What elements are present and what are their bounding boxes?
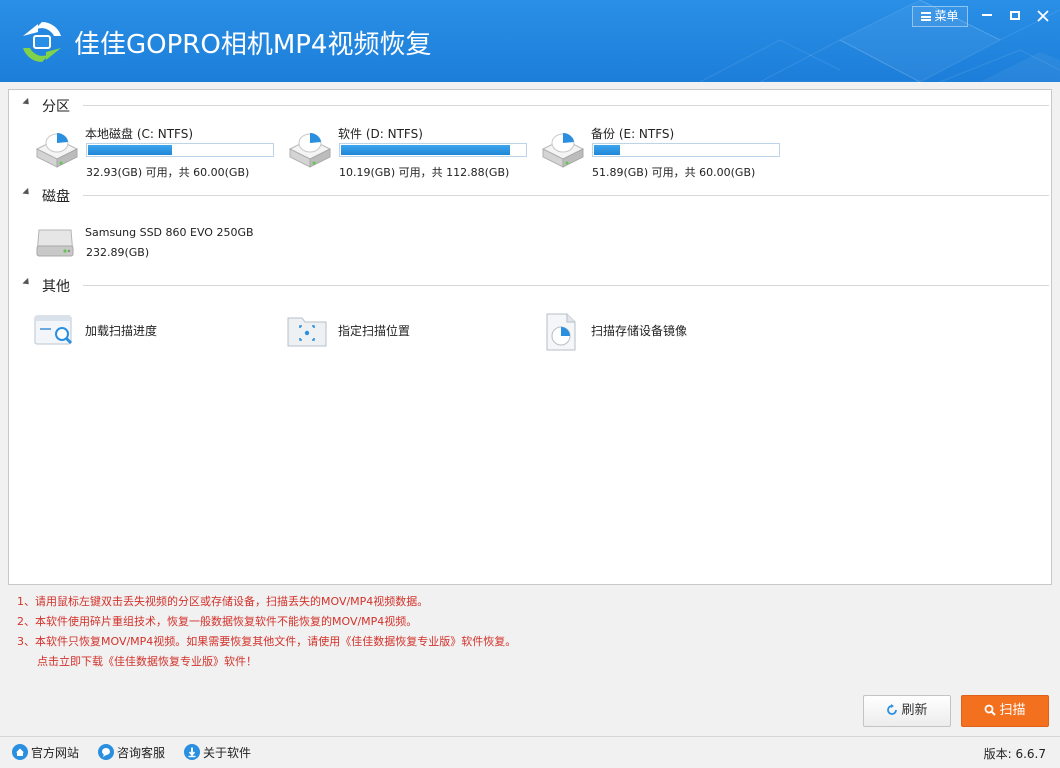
usage-fill: [88, 145, 172, 155]
device-panel: 分区 本地磁盘 (C: NTFS) 32.93(GB) 可用，共 60.00(G…: [8, 89, 1052, 585]
drive-icon: [33, 125, 81, 173]
collapse-icon[interactable]: [22, 278, 31, 287]
partition-item-d[interactable]: 软件 (D: NTFS) 10.19(GB) 可用，共 112.88(GB): [286, 125, 536, 177]
specify-scan-location-icon: [286, 312, 330, 350]
partition-name: 软件 (D: NTFS): [338, 125, 423, 142]
drive-icon: [286, 125, 334, 173]
partition-usage-bar: [86, 143, 274, 157]
collapse-icon[interactable]: [22, 188, 31, 197]
scan-disk-image-item[interactable]: 扫描存储设备镜像: [539, 312, 759, 352]
disk-name: Samsung SSD 860 EVO 250GB: [85, 226, 254, 239]
info-icon: [184, 744, 200, 760]
note-line: 2、本软件使用碎片重组技术，恢复一般数据恢复软件不能恢复的MOV/MP4视频。: [17, 612, 516, 632]
status-bar: 官方网站 咨询客服 关于软件 版本: 6.6.7: [0, 736, 1060, 768]
refresh-label: 刷新: [901, 703, 927, 718]
disk-capacity: 232.89(GB): [86, 246, 149, 259]
partition-usage-bar: [592, 143, 780, 157]
partition-item-e[interactable]: 备份 (E: NTFS) 51.89(GB) 可用，共 60.00(GB): [539, 125, 789, 177]
app-logo-icon: [18, 18, 66, 66]
partition-capacity: 10.19(GB) 可用，共 112.88(GB): [339, 164, 509, 180]
section-others[interactable]: 其他: [9, 274, 1051, 294]
menu-label: 菜单: [934, 9, 958, 23]
note-line: 3、本软件只恢复MOV/MP4视频。如果需要恢复其他文件，请使用《佳佳数据恢复专…: [17, 632, 516, 652]
support-label: 咨询客服: [117, 746, 165, 760]
section-disks-label: 磁盘: [42, 186, 70, 206]
note-line: 1、请用鼠标左键双击丢失视频的分区或存储设备，扫描丢失的MOV/MP4视频数据。: [17, 592, 516, 612]
version-label: 版本: 6.6.7: [984, 745, 1046, 762]
website-label: 官方网站: [31, 746, 79, 760]
menu-button[interactable]: 菜单: [912, 6, 968, 27]
close-icon: [1037, 10, 1049, 22]
partition-capacity: 51.89(GB) 可用，共 60.00(GB): [592, 164, 755, 180]
partition-usage-bar: [339, 143, 527, 157]
partition-name: 本地磁盘 (C: NTFS): [85, 125, 193, 142]
refresh-icon: [886, 704, 898, 716]
minimize-button[interactable]: [974, 6, 1000, 26]
usage-fill: [594, 145, 620, 155]
refresh-button[interactable]: 刷新: [863, 695, 951, 727]
download-pro-link[interactable]: 点击立即下载《佳佳数据恢复专业版》软件！: [17, 652, 516, 672]
divider: [83, 195, 1049, 196]
about-label: 关于软件: [203, 746, 251, 760]
collapse-icon[interactable]: [22, 98, 31, 107]
other-label: 指定扫描位置: [338, 322, 410, 339]
load-scan-progress-item[interactable]: 加载扫描进度: [33, 312, 233, 352]
minimize-icon: [982, 14, 992, 16]
menu-icon: [921, 12, 931, 21]
home-icon: [12, 744, 28, 760]
divider: [83, 105, 1049, 106]
partition-name: 备份 (E: NTFS): [591, 125, 674, 142]
chat-icon: [98, 744, 114, 760]
divider: [83, 285, 1049, 286]
specify-scan-location-item[interactable]: 指定扫描位置: [286, 312, 486, 352]
disk-item[interactable]: Samsung SSD 860 EVO 250GB 232.89(GB): [33, 224, 273, 264]
maximize-icon: [1010, 11, 1020, 20]
maximize-button[interactable]: [1002, 6, 1028, 26]
drive-icon: [539, 125, 587, 173]
section-partitions[interactable]: 分区: [9, 94, 1051, 114]
app-title: 佳佳GOPRO相机MP4视频恢复: [74, 24, 431, 61]
section-partitions-label: 分区: [42, 96, 70, 116]
instructions: 1、请用鼠标左键双击丢失视频的分区或存储设备，扫描丢失的MOV/MP4视频数据。…: [17, 592, 516, 672]
customer-service-link[interactable]: 咨询客服: [98, 744, 165, 762]
other-label: 扫描存储设备镜像: [591, 322, 687, 339]
title-bar[interactable]: 佳佳GOPRO相机MP4视频恢复 菜单: [0, 0, 1060, 82]
search-icon: [984, 704, 996, 716]
other-label: 加载扫描进度: [85, 322, 157, 339]
close-button[interactable]: [1030, 6, 1056, 26]
section-others-label: 其他: [42, 276, 70, 296]
scan-label: 扫描: [999, 703, 1025, 718]
usage-fill: [341, 145, 510, 155]
hard-disk-icon: [33, 224, 77, 264]
partition-item-c[interactable]: 本地磁盘 (C: NTFS) 32.93(GB) 可用，共 60.00(GB): [33, 125, 283, 177]
partition-capacity: 32.93(GB) 可用，共 60.00(GB): [86, 164, 249, 180]
scan-disk-image-icon: [539, 312, 583, 352]
scan-button[interactable]: 扫描: [961, 695, 1049, 727]
load-scan-progress-icon: [33, 312, 77, 350]
section-disks[interactable]: 磁盘: [9, 184, 1051, 204]
official-website-link[interactable]: 官方网站: [12, 744, 79, 762]
about-software-link[interactable]: 关于软件: [184, 744, 251, 762]
